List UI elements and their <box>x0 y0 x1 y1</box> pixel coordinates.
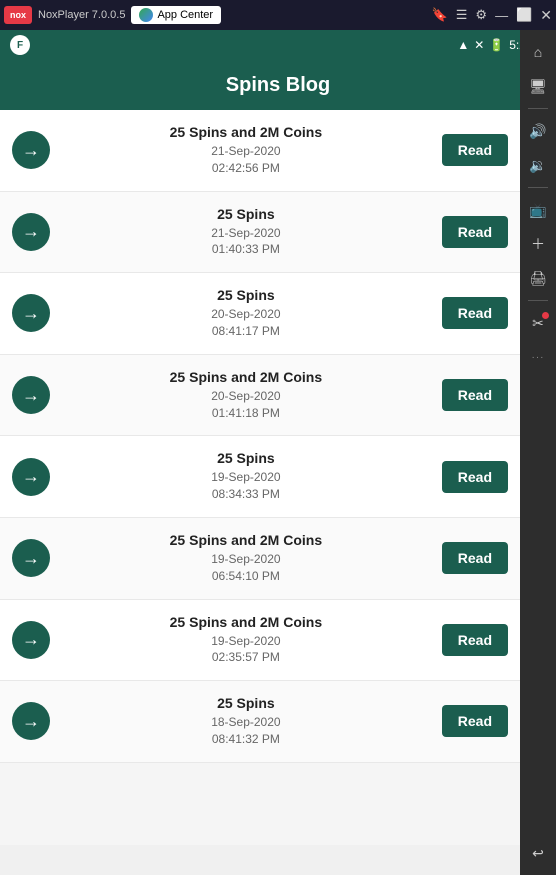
right-sidebar: ⌂ 🖥 🔊 🔉 📺 ＋ 🖨 ✂ ··· ↩ <box>520 30 556 875</box>
arrow-right-icon: → <box>22 629 40 650</box>
blog-title: 25 Spins and 2M Coins <box>62 369 430 385</box>
blog-date: 19-Sep-202002:35:57 PM <box>62 633 430 667</box>
read-button[interactable]: Read <box>442 379 508 411</box>
more-dots-icon[interactable]: ··· <box>524 343 552 371</box>
minimize-icon[interactable]: — <box>495 8 508 23</box>
read-button[interactable]: Read <box>442 297 508 329</box>
blog-date: 20-Sep-202001:41:18 PM <box>62 388 430 422</box>
blog-date: 18-Sep-202008:41:32 PM <box>62 714 430 748</box>
list-item: → 25 Spins and 2M Coins 20-Sep-202001:41… <box>0 355 520 437</box>
arrow-circle-button[interactable]: → <box>12 131 50 169</box>
app-center-icon <box>139 8 153 22</box>
blog-info: 25 Spins and 2M Coins 21-Sep-202002:42:5… <box>62 124 430 177</box>
status-bar-left: F <box>10 35 30 55</box>
blog-info: 25 Spins and 2M Coins 20-Sep-202001:41:1… <box>62 369 430 422</box>
read-button[interactable]: Read <box>442 461 508 493</box>
wifi-icon: ▲ <box>457 38 469 52</box>
arrow-circle-button[interactable]: → <box>12 376 50 414</box>
blog-title: 25 Spins <box>62 206 430 222</box>
arrow-right-icon: → <box>22 221 40 242</box>
arrow-circle-button[interactable]: → <box>12 539 50 577</box>
list-item: → 25 Spins 18-Sep-202008:41:32 PM Read <box>0 681 520 763</box>
list-item: → 25 Spins and 2M Coins 19-Sep-202002:35… <box>0 600 520 682</box>
bookmark-icon[interactable]: 🔖 <box>432 7 448 23</box>
arrow-right-icon: → <box>22 548 40 569</box>
app-header: Spins Blog <box>0 60 556 110</box>
arrow-right-icon: → <box>22 385 40 406</box>
arrow-circle-button[interactable]: → <box>12 621 50 659</box>
blog-info: 25 Spins 19-Sep-202008:34:33 PM <box>62 450 430 503</box>
settings-icon[interactable]: ⚙ <box>475 7 487 23</box>
arrow-right-icon: → <box>22 303 40 324</box>
sidebar-divider-1 <box>528 108 548 109</box>
read-button[interactable]: Read <box>442 542 508 574</box>
blog-info: 25 Spins 21-Sep-202001:40:33 PM <box>62 206 430 259</box>
read-button[interactable]: Read <box>442 705 508 737</box>
list-item: → 25 Spins and 2M Coins 19-Sep-202006:54… <box>0 518 520 600</box>
blog-info: 25 Spins 18-Sep-202008:41:32 PM <box>62 695 430 748</box>
nox-status-icon: F <box>10 35 30 55</box>
arrow-right-icon: → <box>22 711 40 732</box>
back-icon[interactable]: ↩ <box>524 839 552 867</box>
list-item: → 25 Spins 20-Sep-202008:41:17 PM Read <box>0 273 520 355</box>
nox-logo: nox <box>4 6 32 24</box>
blog-title: 25 Spins <box>62 450 430 466</box>
close-icon[interactable]: ✕ <box>540 7 552 24</box>
blog-title: 25 Spins and 2M Coins <box>62 124 430 140</box>
read-button[interactable]: Read <box>442 216 508 248</box>
blog-date: 21-Sep-202001:40:33 PM <box>62 225 430 259</box>
app-center-button[interactable]: App Center <box>131 6 221 24</box>
display-icon[interactable]: 📺 <box>524 196 552 224</box>
title-bar-controls: 🔖 ☰ ⚙ — ⬜ ✕ <box>432 7 552 24</box>
sidebar-divider-3 <box>528 300 548 301</box>
scissors-icon[interactable]: ✂ <box>524 309 552 337</box>
blog-date: 20-Sep-202008:41:17 PM <box>62 306 430 340</box>
arrow-circle-button[interactable]: → <box>12 458 50 496</box>
list-item: → 25 Spins 21-Sep-202001:40:33 PM Read <box>0 192 520 274</box>
app-name-label: NoxPlayer 7.0.0.5 <box>38 9 125 21</box>
status-bar: F ▲ ✕ 🔋 5:22 ⛶ <box>0 30 556 60</box>
arrow-right-icon: → <box>22 466 40 487</box>
arrow-circle-button[interactable]: → <box>12 702 50 740</box>
title-bar: nox NoxPlayer 7.0.0.5 App Center 🔖 ☰ ⚙ —… <box>0 0 556 30</box>
plus-apk-icon[interactable]: ＋ <box>524 230 552 258</box>
read-button[interactable]: Read <box>442 134 508 166</box>
screen-icon[interactable]: 🖥 <box>524 72 552 100</box>
page-title: Spins Blog <box>226 74 330 97</box>
blog-title: 25 Spins and 2M Coins <box>62 614 430 630</box>
volume-low-icon[interactable]: 🔉 <box>524 151 552 179</box>
signal-off-icon: ✕ <box>474 38 484 52</box>
blog-date: 19-Sep-202006:54:10 PM <box>62 551 430 585</box>
home-icon[interactable]: ⌂ <box>524 38 552 66</box>
blog-info: 25 Spins and 2M Coins 19-Sep-202002:35:5… <box>62 614 430 667</box>
blog-title: 25 Spins and 2M Coins <box>62 532 430 548</box>
arrow-right-icon: → <box>22 140 40 161</box>
list-item: → 25 Spins 19-Sep-202008:34:33 PM Read <box>0 436 520 518</box>
printer-icon[interactable]: 🖨 <box>524 264 552 292</box>
blog-date: 19-Sep-202008:34:33 PM <box>62 469 430 503</box>
sidebar-divider-2 <box>528 187 548 188</box>
blog-info: 25 Spins 20-Sep-202008:41:17 PM <box>62 287 430 340</box>
read-button[interactable]: Read <box>442 624 508 656</box>
arrow-circle-button[interactable]: → <box>12 213 50 251</box>
restore-icon[interactable]: ⬜ <box>516 7 532 23</box>
volume-high-icon[interactable]: 🔊 <box>524 117 552 145</box>
battery-icon: 🔋 <box>489 38 504 52</box>
blog-date: 21-Sep-202002:42:56 PM <box>62 143 430 177</box>
blog-title: 25 Spins <box>62 695 430 711</box>
blog-info: 25 Spins and 2M Coins 19-Sep-202006:54:1… <box>62 532 430 585</box>
list-item: → 25 Spins and 2M Coins 21-Sep-202002:42… <box>0 110 520 192</box>
arrow-circle-button[interactable]: → <box>12 294 50 332</box>
blog-list: → 25 Spins and 2M Coins 21-Sep-202002:42… <box>0 110 520 845</box>
app-center-label: App Center <box>157 9 213 21</box>
title-bar-left: nox NoxPlayer 7.0.0.5 App Center <box>4 6 221 24</box>
blog-title: 25 Spins <box>62 287 430 303</box>
menu-icon[interactable]: ☰ <box>456 7 468 23</box>
